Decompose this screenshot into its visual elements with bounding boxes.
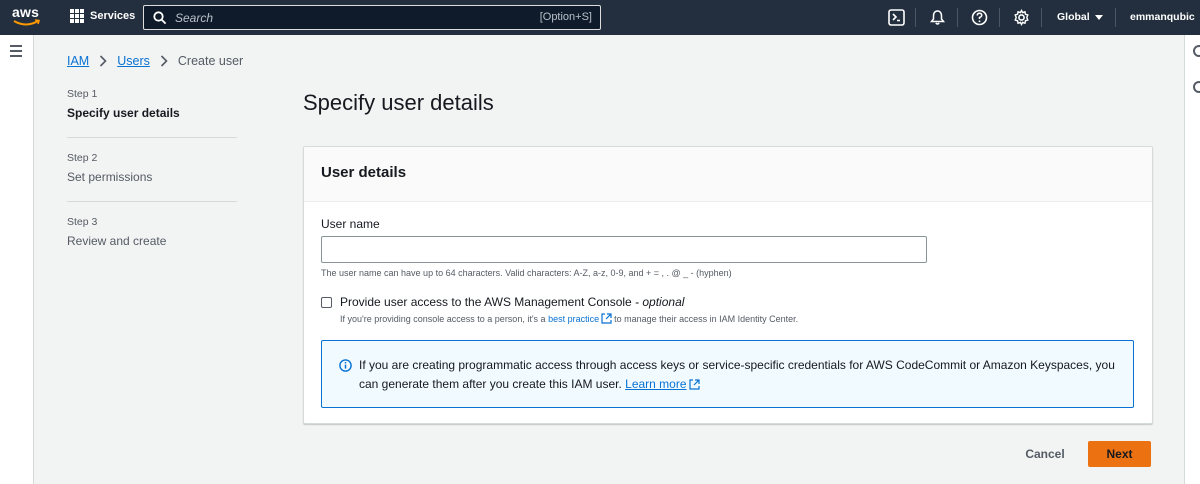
nav-divider — [915, 8, 916, 27]
wizard-step-2: Step 2 Set permissions — [67, 138, 237, 202]
description-text: to manage their access in IAM Identity C… — [614, 314, 799, 324]
step-number: Step 1 — [67, 88, 98, 100]
tools-rail — [1184, 35, 1200, 484]
step-title: Review and create — [67, 234, 167, 248]
aws-logo[interactable]: aws — [12, 5, 44, 31]
services-label: Services — [90, 10, 136, 22]
top-navigation: aws Services [Option+S] — [0, 0, 1200, 35]
region-label: Global — [1057, 11, 1090, 23]
hamburger-menu-icon[interactable] — [10, 45, 22, 60]
console-access-text: Provide user access to the AWS Managemen… — [340, 295, 798, 324]
search-shortcut: [Option+S] — [539, 11, 592, 23]
nav-divider — [957, 8, 958, 27]
wizard-step-1: Step 1 Specify user details — [67, 88, 237, 138]
cloudshell-icon[interactable] — [888, 9, 905, 26]
account-menu[interactable]: emmanqubic — [1130, 11, 1195, 23]
username-input[interactable] — [321, 236, 927, 263]
caret-down-icon — [1094, 14, 1103, 20]
search-icon — [153, 10, 167, 24]
page-title: Specify user details — [303, 90, 494, 115]
grid-icon — [70, 9, 84, 23]
username-hint: The user name can have up to 64 characte… — [321, 268, 732, 278]
user-details-panel: User details User name The user name can… — [303, 146, 1153, 424]
services-menu-button[interactable]: Services — [70, 9, 135, 23]
next-button[interactable]: Next — [1088, 441, 1151, 467]
chevron-right-icon — [100, 55, 107, 67]
breadcrumb-link-users[interactable]: Users — [117, 54, 150, 68]
bell-icon[interactable] — [929, 9, 946, 26]
external-link-icon — [601, 313, 612, 324]
aws-smile-icon — [13, 19, 41, 26]
wizard-step-3: Step 3 Review and create — [67, 202, 237, 266]
breadcrumb-link-iam[interactable]: IAM — [67, 54, 89, 68]
console-access-description: If you're providing console access to a … — [340, 313, 798, 324]
info-alert: If you are creating programmatic access … — [321, 340, 1134, 408]
help-icon[interactable] — [971, 9, 988, 26]
optional-tag: - optional — [635, 295, 685, 309]
panel-title: User details — [321, 164, 407, 181]
search-input[interactable] — [175, 10, 515, 25]
step-number: Step 3 — [67, 216, 98, 228]
nav-divider — [1041, 8, 1042, 27]
info-message: If you are creating programmatic access … — [359, 358, 1115, 391]
step-title: Specify user details — [67, 106, 180, 120]
console-access-option: Provide user access to the AWS Managemen… — [321, 295, 798, 324]
learn-more-link[interactable]: Learn more — [625, 377, 686, 391]
gear-icon[interactable] — [1013, 9, 1030, 26]
info-panel-icon[interactable] — [1193, 45, 1200, 57]
account-label: emmanqubic — [1130, 11, 1195, 23]
console-access-checkbox[interactable] — [321, 297, 332, 308]
info-alert-text: If you are creating programmatic access … — [359, 356, 1117, 394]
nav-divider — [1115, 8, 1116, 27]
console-access-label-text: Provide user access to the AWS Managemen… — [340, 295, 632, 309]
region-selector[interactable]: Global — [1057, 11, 1103, 23]
panel-header: User details — [304, 147, 1152, 202]
breadcrumb: IAM Users Create user — [67, 54, 243, 68]
aws-logo-text: aws — [12, 4, 40, 20]
wizard-steps: Step 1 Specify user details Step 2 Set p… — [67, 88, 237, 266]
chevron-right-icon — [160, 55, 168, 67]
external-link-icon — [688, 379, 700, 390]
info-icon — [339, 359, 352, 372]
cancel-button[interactable]: Cancel — [1017, 441, 1073, 467]
step-number: Step 2 — [67, 152, 98, 164]
search-bar[interactable]: [Option+S] — [143, 5, 601, 30]
nav-divider — [999, 8, 1000, 27]
step-title: Set permissions — [67, 170, 153, 184]
username-label: User name — [321, 217, 380, 231]
description-text: If you're providing console access to a … — [340, 314, 546, 324]
console-access-label[interactable]: Provide user access to the AWS Managemen… — [340, 295, 798, 309]
feedback-icon[interactable] — [1193, 81, 1200, 93]
side-navigation-rail — [0, 35, 34, 484]
best-practice-link[interactable]: best practice — [548, 314, 599, 324]
breadcrumb-current: Create user — [177, 54, 244, 68]
